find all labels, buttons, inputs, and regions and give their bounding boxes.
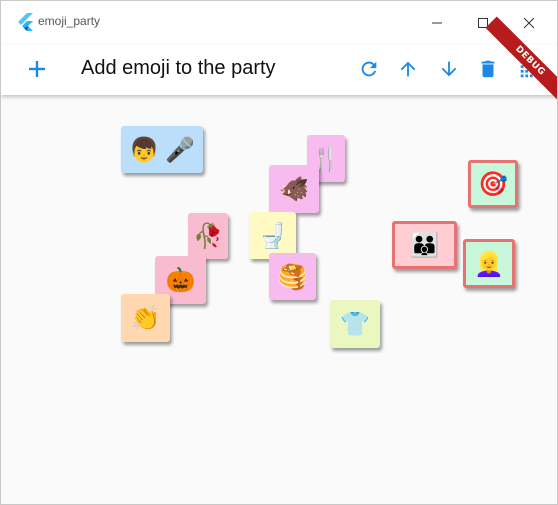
delete-button[interactable] — [472, 53, 504, 85]
emoji-tile-boar[interactable]: 🐗 — [269, 165, 319, 213]
refresh-button[interactable] — [353, 53, 385, 85]
emoji-tile-family[interactable]: 👪 — [392, 221, 457, 269]
emoji-glyph: 🐗 — [279, 175, 309, 203]
title-bar: emoji_party — [1, 1, 557, 45]
emoji-tile-toilet[interactable]: 🚽 — [249, 212, 296, 259]
emoji-tile-clap[interactable]: 👏 — [121, 294, 170, 342]
flutter-logo-icon — [16, 12, 36, 32]
emoji-glyph: 🥀 — [193, 222, 223, 250]
app-window: emoji_party Add emoji to the party DEBUG… — [0, 0, 558, 505]
emoji-glyph: 🎯 — [478, 170, 508, 198]
add-button[interactable] — [21, 53, 53, 85]
app-bar: Add emoji to the party — [1, 45, 557, 95]
delete-icon — [481, 60, 495, 78]
emoji-glyph: 👏 — [130, 304, 161, 332]
minimize-button[interactable] — [414, 1, 460, 45]
refresh-icon — [361, 61, 377, 77]
move-down-button[interactable] — [433, 53, 465, 85]
emoji-tile-pancakes[interactable]: 🥞 — [269, 253, 316, 300]
emoji-tile-woman[interactable]: 👱‍♀️ — [463, 239, 515, 288]
move-up-button[interactable] — [392, 53, 424, 85]
emoji-glyph: 🎤 — [165, 135, 195, 164]
emoji-glyph: 🎃 — [165, 266, 196, 294]
emoji-tile-flower[interactable]: 🥀 — [188, 213, 228, 259]
emoji-tile-shirt[interactable]: 👕 — [330, 300, 380, 348]
emoji-glyph: 🚽 — [257, 221, 288, 250]
minimize-icon — [432, 22, 442, 24]
arrow-down-icon — [441, 61, 457, 77]
emoji-glyph: 👪 — [409, 231, 440, 259]
emoji-glyph: 🥞 — [277, 262, 308, 291]
emoji-tile-boy-mic[interactable]: 👦 🎤 — [121, 126, 203, 173]
emoji-glyph: 👕 — [340, 310, 370, 338]
emoji-glyph: 👱‍♀️ — [474, 249, 504, 278]
window-title: emoji_party — [38, 14, 101, 28]
emoji-tile-dart[interactable]: 🎯 — [468, 160, 518, 208]
party-canvas[interactable]: 👦 🎤 🍴 🐗 🎯 🥀 🚽 👪 👱‍♀️ 🎃 🥞 👏 👕 — [1, 95, 557, 504]
close-icon — [523, 17, 535, 29]
arrow-up-icon — [400, 61, 416, 77]
emoji-glyph: 👦 — [129, 135, 159, 164]
add-icon — [29, 61, 45, 77]
page-title: Add emoji to the party — [81, 57, 276, 79]
